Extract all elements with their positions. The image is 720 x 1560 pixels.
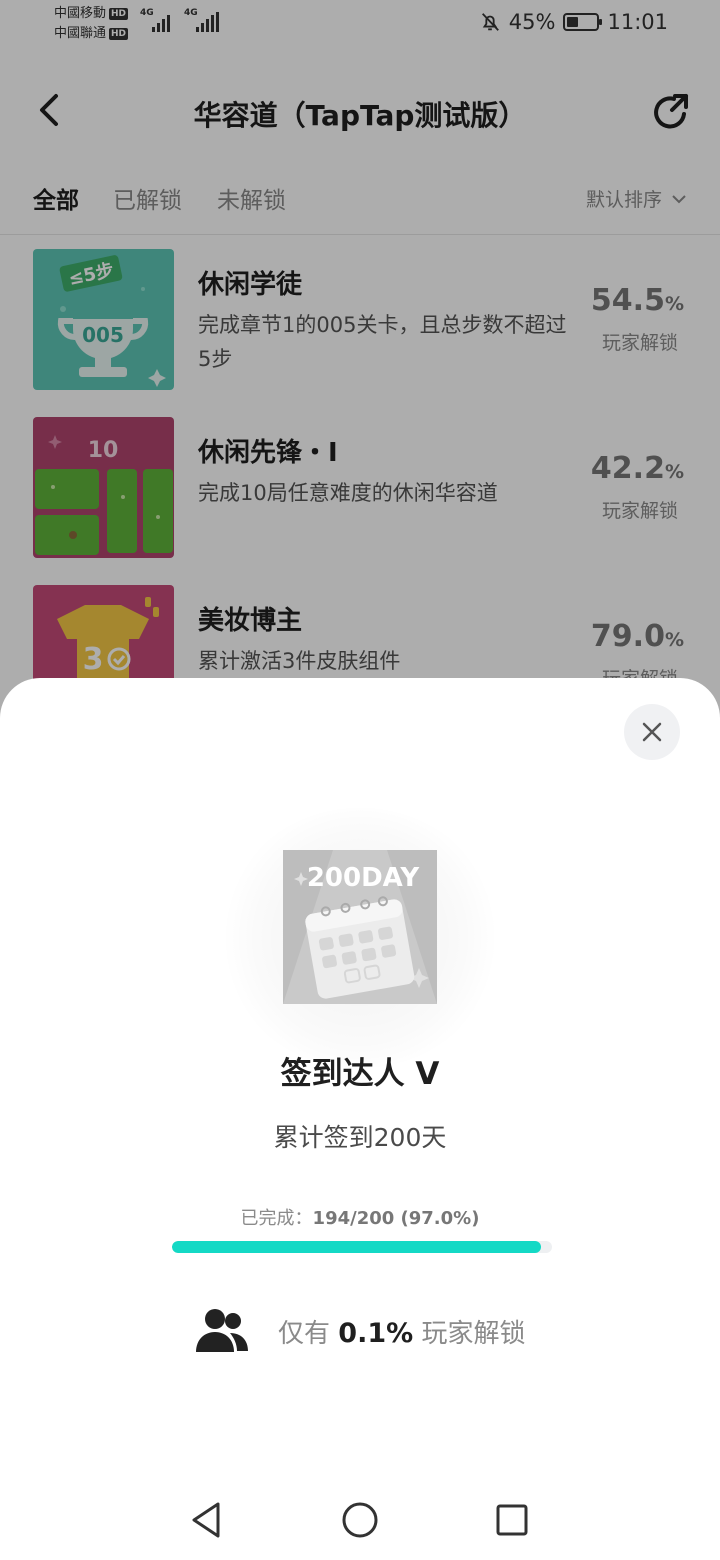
nav-back-icon: [192, 1502, 220, 1538]
progress-fill: [172, 1241, 541, 1253]
nav-home-button[interactable]: [338, 1498, 382, 1542]
achievement-detail-sheet: 200DAY 签到达人 V 累计签到200天 已完成：194/200 (97.0…: [0, 678, 720, 1560]
dim-overlay[interactable]: [0, 0, 720, 720]
nav-recents-icon: [496, 1504, 528, 1536]
progress-bar: [172, 1241, 552, 1253]
achievement-title: 签到达人 V: [280, 1056, 440, 1092]
rarity-text: 仅有 0.1% 玩家解锁: [278, 1313, 525, 1350]
close-button[interactable]: [624, 704, 680, 760]
system-nav-bar: [0, 1480, 720, 1560]
rarity-prefix: 仅有: [278, 1318, 331, 1349]
badge-label: 200DAY: [307, 863, 420, 893]
achievement-badge-image: 200DAY: [283, 850, 437, 1004]
users-icon: [196, 1309, 248, 1352]
rarity-suffix: 玩家解锁: [421, 1318, 526, 1349]
progress-label: 已完成：: [240, 1208, 313, 1229]
nav-home-icon: [342, 1502, 378, 1538]
rarity-value: 0.1%: [338, 1317, 414, 1349]
progress-value: 194/200 (97.0%): [312, 1208, 480, 1229]
nav-recents-button[interactable]: [490, 1498, 534, 1542]
nav-back-button[interactable]: [186, 1498, 230, 1542]
rarity-info: 仅有 0.1% 玩家解锁: [196, 1308, 525, 1354]
progress-text: 已完成：194/200 (97.0%): [0, 1204, 720, 1230]
achievement-desc: 累计签到200天: [273, 1123, 447, 1152]
close-icon: [642, 722, 662, 742]
